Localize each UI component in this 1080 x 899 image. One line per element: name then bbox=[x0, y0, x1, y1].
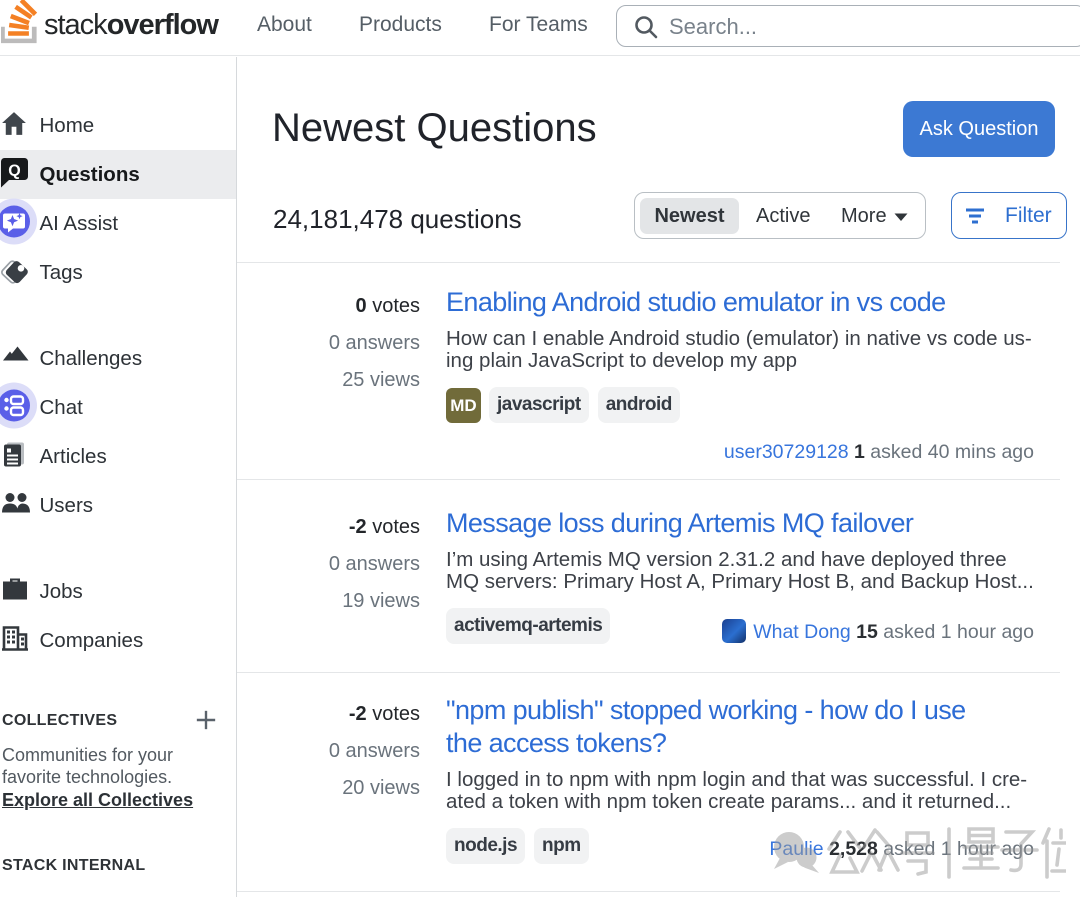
svg-text:Q: Q bbox=[8, 162, 20, 179]
